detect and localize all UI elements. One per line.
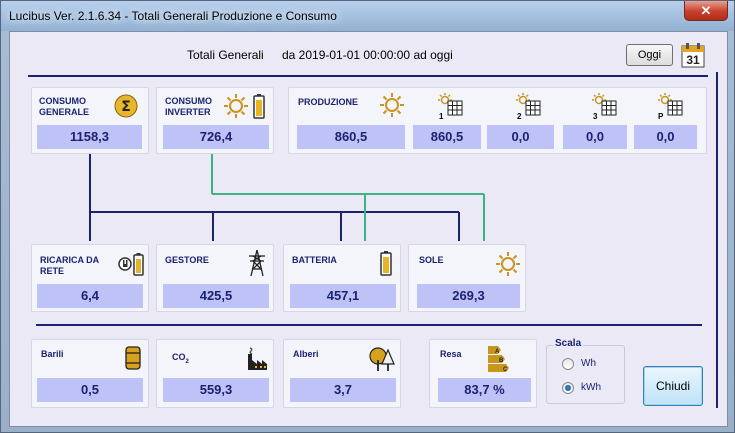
barili-value: 0,5 xyxy=(37,378,143,402)
plug-battery-icon xyxy=(117,251,145,282)
inverter-p-sub: P xyxy=(658,112,664,121)
resa-label: Resa xyxy=(440,349,462,359)
barili-panel: Barili 0,5 xyxy=(31,339,149,408)
inverter-2-value: 0,0 xyxy=(487,125,554,149)
title-bar[interactable]: Lucibus Ver. 2.1.6.34 - Totali Generali … xyxy=(1,1,734,31)
sun-icon xyxy=(495,251,521,282)
consumo-inverter-label-2: INVERTER xyxy=(165,107,211,117)
chiudi-button[interactable]: Chiudi xyxy=(643,366,703,406)
window-close-button[interactable]: ✕ xyxy=(684,1,728,21)
produzione-panel: PRODUZIONE 860,5 1 860,5 2 0,0 3 0,0 P 0… xyxy=(288,87,707,154)
sole-panel: SOLE 269,3 xyxy=(408,244,526,312)
scala-wh-radio[interactable] xyxy=(562,358,574,370)
consumo-generale-panel: CONSUMO GENERALE Σ 1158,3 xyxy=(31,87,149,154)
battery-icon xyxy=(380,250,392,281)
ricarica-value: 6,4 xyxy=(37,284,143,308)
consumo-generale-label-2: GENERALE xyxy=(39,107,90,117)
co2-label: CO2 xyxy=(172,352,189,365)
client-area: Totali Generali da 2019-01-01 00:00:00 a… xyxy=(9,31,728,427)
gestore-panel: GESTORE 425,5 xyxy=(156,244,274,312)
gestore-label: GESTORE xyxy=(165,255,209,265)
ricarica-label-1: RICARICA DA xyxy=(40,255,100,265)
inverter-1-value: 860,5 xyxy=(413,125,481,149)
sun-icon xyxy=(379,92,405,123)
scala-title: Scala xyxy=(553,338,584,349)
sole-value: 269,3 xyxy=(417,284,520,308)
consumo-inverter-label-1: CONSUMO xyxy=(165,96,212,106)
energy-rating-icon: A B C xyxy=(486,344,512,377)
alberi-label: Alberi xyxy=(293,349,319,359)
rating-letter-a: A xyxy=(495,349,500,355)
sigma-icon: Σ xyxy=(114,94,138,123)
alberi-panel: Alberi 3,7 xyxy=(283,339,401,408)
sole-label: SOLE xyxy=(419,255,444,265)
produzione-label: PRODUZIONE xyxy=(298,97,359,107)
rating-letter-b: B xyxy=(499,358,504,364)
barrel-icon xyxy=(124,345,142,376)
ricarica-label-2: RETE xyxy=(40,266,65,276)
power-tower-icon xyxy=(247,249,267,282)
produzione-total-value: 860,5 xyxy=(297,125,405,149)
inverter-3-sub: 3 xyxy=(593,112,598,121)
scala-kwh-radio[interactable] xyxy=(562,382,574,394)
batteria-value: 457,1 xyxy=(290,284,396,308)
app-window: Lucibus Ver. 2.1.6.34 - Totali Generali … xyxy=(0,0,735,433)
rating-letter-c: C xyxy=(503,367,508,372)
inverter-1-sub: 1 xyxy=(439,112,444,121)
scala-kwh-label[interactable]: kWh xyxy=(581,382,601,393)
gestore-value: 425,5 xyxy=(163,284,269,308)
scala-group xyxy=(546,345,625,404)
resa-value: 83,7 % xyxy=(438,378,531,402)
inverter-3-value: 0,0 xyxy=(563,125,627,149)
inverter-p-value: 0,0 xyxy=(634,125,697,149)
consumo-inverter-value: 726,4 xyxy=(163,125,269,149)
consumo-inverter-panel: CONSUMO INVERTER 726,4 xyxy=(156,87,274,154)
co2-value: 559,3 xyxy=(163,378,269,402)
alberi-value: 3,7 xyxy=(290,378,396,402)
batteria-label: BATTERIA xyxy=(292,255,337,265)
resa-panel: Resa A B C 83,7 % xyxy=(429,339,537,408)
scala-wh-label[interactable]: Wh xyxy=(581,358,596,369)
sun-battery-icon xyxy=(223,92,267,125)
barili-label: Barili xyxy=(41,349,64,359)
svg-text:Σ: Σ xyxy=(121,99,131,115)
factory-icon xyxy=(245,346,269,377)
co2-panel: CO2 559,3 xyxy=(156,339,274,408)
batteria-panel: BATTERIA 457,1 xyxy=(283,244,401,312)
window-title: Lucibus Ver. 2.1.6.34 - Totali Generali … xyxy=(9,9,337,23)
row-divider xyxy=(36,324,702,326)
consumo-generale-label-1: CONSUMO xyxy=(39,96,86,106)
inverter-2-sub: 2 xyxy=(517,112,522,121)
trees-icon xyxy=(368,346,396,377)
ricarica-da-rete-panel: RICARICA DA RETE 6,4 xyxy=(31,244,149,312)
consumo-generale-value: 1158,3 xyxy=(37,125,142,149)
